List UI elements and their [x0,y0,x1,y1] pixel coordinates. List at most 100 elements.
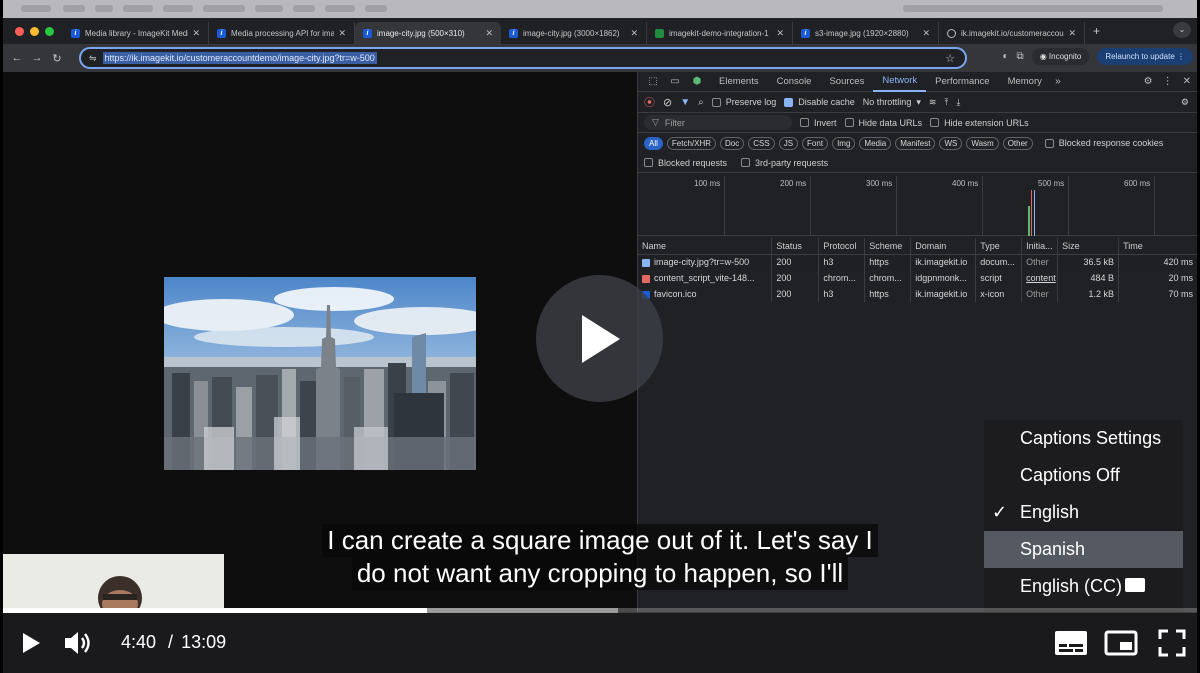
captions-button[interactable] [1053,627,1089,659]
more-tabs-icon[interactable]: » [1051,75,1065,89]
picture-in-picture-button[interactable] [1103,627,1139,659]
shield-extension-icon[interactable]: ⬢ [690,75,704,89]
play-button-overlay[interactable] [536,275,663,402]
browser-tab[interactable]: i Media processing API for images✕ [209,22,355,44]
inspect-element-icon[interactable]: ⬚ [646,75,660,89]
column-header[interactable]: Type [975,238,1023,255]
blocked-response-cookies-toggle[interactable]: Blocked response cookies [1044,138,1163,148]
type-chip-font[interactable]: Font [802,136,829,150]
blocked-requests-toggle[interactable]: Blocked requests [644,158,727,168]
reload-icon[interactable]: ↻ [47,52,67,65]
column-header[interactable]: Scheme [864,238,912,255]
type-chip-other[interactable]: Other [1002,136,1033,150]
fullscreen-button[interactable] [1155,627,1189,659]
column-header[interactable]: Domain [910,238,977,255]
record-icon[interactable]: ⦿ [644,94,655,110]
more-options-icon[interactable]: ⋮ [1163,72,1173,92]
disable-cache-toggle[interactable]: Disable cache [784,97,855,107]
browser-tab[interactable]: ik.imagekit.io/customeraccou ✕ [939,22,1085,44]
column-header[interactable]: Initia... [1021,238,1059,255]
type-chip-media[interactable]: Media [859,136,892,150]
browser-tab[interactable]: i image-city.jpg (3000×1862) ✕ [501,22,647,44]
clear-icon[interactable]: ⊘ [663,96,672,109]
column-header[interactable]: Size [1057,238,1120,255]
close-window-icon[interactable] [15,26,24,36]
column-header[interactable]: Protocol [818,238,866,255]
device-toolbar-icon[interactable]: ▭ [668,75,682,89]
type-chip-css[interactable]: CSS [748,136,775,150]
network-conditions-icon[interactable]: ≋ [929,97,937,108]
caption-menu-item[interactable]: English (CC) CC [984,568,1183,605]
new-tab-icon[interactable]: + [1093,24,1100,38]
filter-input[interactable]: ▽ Filter [644,115,792,130]
back-icon[interactable]: ← [7,52,27,64]
devtools-tab-sources[interactable]: Sources [820,72,873,92]
browser-tab[interactable]: imagekit-demo-integration-1 ✕ [647,22,793,44]
close-devtools-icon[interactable]: ✕ [1183,72,1191,92]
browser-tab[interactable]: i Media library - ImageKit Media ✕ [63,22,209,44]
preserve-log-toggle[interactable]: Preserve log [711,97,776,107]
column-header[interactable]: Status [771,238,820,255]
column-header[interactable]: Time [1118,238,1197,255]
close-tab-icon[interactable]: ✕ [192,28,200,39]
request-row[interactable]: favicon.ico 200 h3 https ik.imagekit.io x-ico… [638,286,1197,302]
third-party-requests-toggle[interactable]: 3rd-party requests [741,158,828,168]
caption-menu-item[interactable]: Spanish [984,531,1183,568]
request-row[interactable]: content_script_vite-148... 200 chrom... chr… [638,270,1197,286]
close-tab-icon[interactable]: ✕ [485,28,493,39]
caption-menu-item[interactable]: Captions Off [984,457,1183,494]
site-info-icon[interactable]: ⇋ [89,53,97,64]
volume-button[interactable] [61,627,97,659]
throttling-select[interactable]: No throttling ▾ [863,97,921,108]
close-tab-icon[interactable]: ✕ [338,28,346,39]
devtools-tab-performance[interactable]: Performance [926,72,998,92]
bookmark-star-icon[interactable]: ☆ [945,52,955,65]
request-initiator[interactable]: content [1021,270,1059,286]
address-bar[interactable]: ⇋ https://ik.imagekit.io/customeraccount… [79,47,967,69]
request-row[interactable]: image-city.jpg?tr=w-500 200 h3 https ik.imag… [638,254,1197,270]
close-tab-icon[interactable]: ✕ [630,28,638,39]
settings-gear-icon[interactable]: ⚙ [1144,72,1153,92]
timeline-overview[interactable]: 100 ms 200 ms 300 ms 400 ms 500 ms 600 ms [638,176,1197,236]
minimize-window-icon[interactable] [30,26,39,36]
type-chip-img[interactable]: Img [832,136,856,150]
close-tab-icon[interactable]: ✕ [922,28,930,39]
devtools-tab-console[interactable]: Console [768,72,821,92]
search-icon[interactable]: ⌕ [698,97,704,108]
type-chip-doc[interactable]: Doc [720,136,745,150]
maximize-window-icon[interactable] [45,26,54,36]
import-har-icon[interactable]: ⤒ [944,97,948,108]
browser-tab[interactable]: i image-city.jpg (500×310) ✕ [355,22,501,44]
type-chip-wasm[interactable]: Wasm [966,136,999,150]
column-header[interactable]: Name [638,238,773,255]
invert-toggle[interactable]: Invert [800,118,837,128]
url-text[interactable]: https://ik.imagekit.io/customeraccountde… [102,52,377,64]
devtools-tab-network[interactable]: Network [873,72,927,92]
forward-icon[interactable]: → [27,52,47,64]
type-chip-manifest[interactable]: Manifest [895,136,936,150]
browser-tab[interactable]: i s3-image.jpg (1920×2880) ✕ [793,22,939,44]
relaunch-button[interactable]: Relaunch to update ⋮ [1097,48,1193,65]
hide-data-urls-toggle[interactable]: Hide data URLs [844,118,922,128]
incognito-badge[interactable]: ◉ Incognito [1031,48,1090,65]
caption-menu-item[interactable]: Captions Settings [984,420,1183,457]
type-chip-js[interactable]: JS [778,136,799,150]
type-chip-all[interactable]: All [644,136,663,150]
close-tab-icon[interactable]: ✕ [776,28,784,39]
network-settings-icon[interactable]: ⚙ [1181,97,1189,108]
devtools-tab-elements[interactable]: Elements [710,72,768,92]
hide-extension-urls-toggle[interactable]: Hide extension URLs [930,118,1029,128]
request-type-text: docum... [980,257,1015,268]
export-har-icon[interactable]: ⤓ [956,97,960,108]
request-time-text: 420 ms [1163,257,1193,268]
caption-menu-item[interactable]: ✓ English [984,494,1183,531]
devtools-tab-memory[interactable]: Memory [999,72,1051,92]
tab-search-icon[interactable]: ⌄ [1173,22,1191,38]
type-chip-fetchxhr[interactable]: Fetch/XHR [666,136,717,150]
puzzle-icon[interactable]: ⧉ [1017,51,1024,62]
play-button[interactable] [17,627,45,659]
type-chip-ws[interactable]: WS [939,136,963,150]
close-tab-icon[interactable]: ✕ [1068,28,1076,39]
filter-funnel-icon[interactable]: ▼ [680,97,690,108]
extension-icon[interactable]: ◐ [1003,51,1009,62]
